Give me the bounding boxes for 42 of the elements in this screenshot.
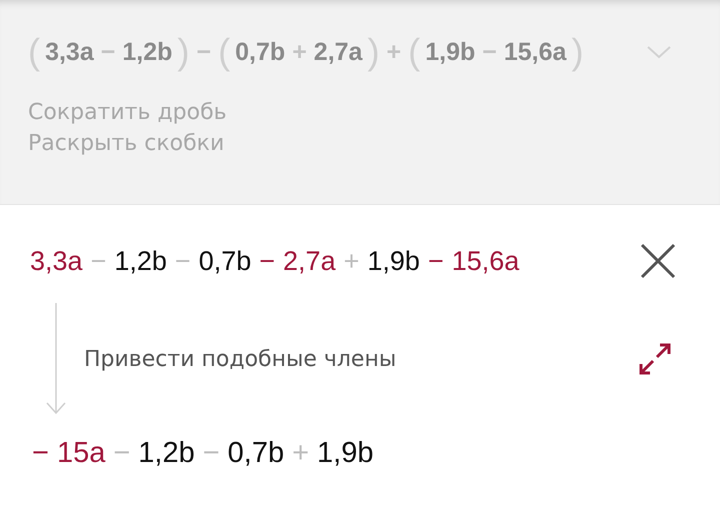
action-link[interactable]: Сократить дробь — [28, 100, 227, 126]
math-operator: − — [482, 40, 497, 65]
math-operator: − — [202, 439, 220, 468]
math-operator: − — [428, 248, 444, 274]
math-term: 3,3a — [45, 40, 94, 65]
parenthesis: ) — [571, 34, 584, 70]
math-operator: + — [292, 40, 307, 65]
math-operator: − — [259, 248, 276, 274]
rule-label: Привести подобные члены — [84, 346, 398, 372]
math-term: 1,9b — [317, 439, 374, 468]
math-term: 0,7b — [198, 248, 252, 274]
math-term: 1,9b — [425, 40, 476, 65]
math-operator: + — [344, 248, 360, 274]
math-term: 1,2b — [114, 248, 167, 274]
math-term: 2,7a — [283, 248, 336, 274]
parenthesis: ( — [408, 34, 420, 70]
math-term: 15a — [56, 439, 106, 468]
parenthesis: ) — [367, 34, 380, 70]
math-term: 1,9b — [367, 248, 420, 274]
math-operator: − — [32, 439, 49, 468]
math-operator: − — [174, 248, 191, 274]
parenthesis: ) — [177, 34, 190, 70]
math-operator: + — [386, 40, 402, 65]
expand-icon[interactable] — [638, 342, 672, 376]
math-term: 0,7b — [228, 439, 284, 468]
math-term: 1,2b — [122, 40, 172, 65]
math-term: 2,7a — [314, 40, 362, 65]
math-operator: + — [292, 439, 310, 468]
parenthesis: ( — [28, 34, 40, 70]
math-term: 15,6a — [452, 248, 520, 274]
math-operator: − — [196, 40, 212, 65]
math-operator: − — [113, 439, 130, 468]
math-term: 1,2b — [138, 439, 195, 468]
close-icon[interactable] — [640, 243, 676, 279]
parenthesis: ( — [218, 34, 230, 70]
math-term: 15,6a — [504, 40, 566, 65]
down-arrow-icon — [46, 303, 66, 415]
math-operator: − — [100, 40, 116, 65]
math-operator: − — [90, 248, 106, 274]
math-term: 0,7b — [235, 40, 286, 65]
action-link[interactable]: Раскрыть скобки — [28, 131, 224, 156]
math-term: 3,3a — [30, 248, 83, 274]
